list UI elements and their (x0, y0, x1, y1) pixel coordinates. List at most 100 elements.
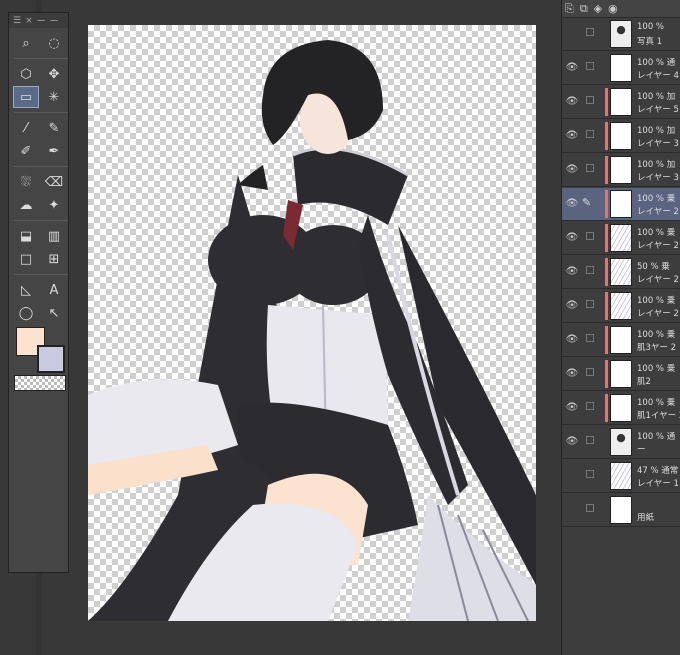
object-icon[interactable]: ⬡ (14, 64, 38, 84)
pen-icon[interactable]: ✎ (42, 118, 66, 138)
layer-lock-checkbox[interactable] (586, 402, 594, 410)
reference-layer-icon[interactable]: ◈ (594, 2, 602, 15)
layer-row[interactable]: 👁 100 % 乗レイヤー 2 (562, 290, 680, 323)
visibility-eye-icon[interactable]: 👁 (565, 62, 579, 74)
layer-row[interactable]: 👁 ✎ 100 % 乗レイヤー 2 (562, 188, 680, 221)
visibility-eye-icon[interactable] (565, 28, 579, 40)
figure-icon[interactable]: □ (14, 249, 38, 269)
visibility-eye-icon[interactable]: 👁 (565, 198, 579, 210)
visibility-eye-icon[interactable]: 👁 (565, 368, 579, 380)
drawing-canvas[interactable] (88, 25, 536, 621)
visibility-eye-icon[interactable] (565, 504, 579, 516)
layer-thumbnail (610, 428, 632, 456)
layer-name: 写真 1 (637, 37, 663, 47)
layer-row[interactable]: 用紙 (562, 494, 680, 527)
visibility-eye-icon[interactable]: 👁 (565, 266, 579, 278)
layer-lock-checkbox[interactable] (586, 436, 594, 444)
zoom-icon[interactable]: ⌕ (14, 33, 38, 53)
visibility-eye-icon[interactable]: 👁 (565, 334, 579, 346)
tool-grid: ⌕ ◌ ⬡ ✥ ▭ ✳ ⁄ ✎ ✐ ✒ ⛆ ⌫ ☁ ✦ ⬓ ▥ □ ⊞ ◺ A ◯ ↖ (9, 28, 68, 323)
decoration-icon[interactable]: ✦ (42, 195, 66, 215)
visibility-eye-icon[interactable]: 👁 (565, 300, 579, 312)
layer-thumbnail (610, 20, 632, 48)
mask-layer-icon[interactable]: ◉ (608, 2, 618, 15)
gradient-icon[interactable]: ▥ (42, 226, 66, 246)
layer-row[interactable]: 👁 100 % 乗肌1イヤー 2 (562, 392, 680, 425)
selection-rect-icon[interactable]: ▭ (13, 86, 39, 108)
layer-lock-checkbox[interactable] (586, 368, 594, 376)
layer-thumbnail (610, 462, 632, 490)
visibility-eye-icon[interactable]: 👁 (565, 96, 579, 108)
tool-separator (14, 58, 68, 59)
brush-icon[interactable]: ✒ (42, 141, 66, 161)
clip-layer-icon[interactable]: ⧉ (580, 2, 588, 16)
airbrush-icon[interactable]: ⛆ (14, 172, 38, 192)
layer-row[interactable]: 👁 50 % 乗レイヤー 2 (562, 256, 680, 289)
layer-thumbnail (610, 224, 632, 252)
layer-row[interactable]: 👁 100 % 乗レイヤー 2 (562, 222, 680, 255)
layer-name: 肌3ヤー 2 (637, 343, 677, 353)
layer-thumbnail (610, 326, 632, 354)
move-icon[interactable]: ✥ (42, 64, 66, 84)
layer-row[interactable]: 47 % 通常 レイヤー 1 (562, 460, 680, 493)
layer-row[interactable]: 👁 100 % 通レイヤー 4 (562, 52, 680, 85)
close-icon[interactable]: × (25, 16, 33, 26)
menu-lines-icon[interactable]: ☰ (13, 16, 21, 26)
layer-name: レイヤー 3 (637, 173, 679, 183)
layer-lock-checkbox[interactable] (586, 62, 594, 70)
layer-lock-checkbox[interactable] (586, 232, 594, 240)
text-icon[interactable]: A (42, 280, 66, 300)
balloon-icon[interactable]: ◯ (14, 303, 38, 323)
layer-lock-checkbox[interactable] (586, 470, 594, 478)
layer-thumbnail (610, 54, 632, 82)
layer-row[interactable]: 👁 100 % 加レイヤー 3 (562, 154, 680, 187)
layer-lock-checkbox[interactable] (586, 130, 594, 138)
correct-line-icon[interactable]: ↖ (42, 303, 66, 323)
layer-row[interactable]: 👁 100 % 加レイヤー 5 (562, 86, 680, 119)
layer-lock-checkbox[interactable] (586, 266, 594, 274)
blend-icon[interactable]: ☁ (14, 195, 38, 215)
layer-opacity-blend: 100 % 乗 (637, 330, 676, 340)
layer-row[interactable]: 100 % 写真 1 (562, 18, 680, 51)
visibility-eye-icon[interactable]: 👁 (565, 232, 579, 244)
visibility-eye-icon[interactable]: 👁 (565, 436, 579, 448)
visibility-eye-icon[interactable]: 👁 (565, 130, 579, 142)
visibility-eye-icon[interactable]: 👁 (565, 164, 579, 176)
layer-opacity-blend: 100 % 加 (637, 160, 676, 170)
clipping-indicator (605, 190, 608, 218)
layer-lock-checkbox[interactable] (586, 504, 594, 512)
visibility-eye-icon[interactable] (565, 470, 579, 482)
layer-lock-checkbox[interactable] (586, 334, 594, 342)
layer-opacity-blend: 100 % 乗 (637, 364, 676, 374)
pencil-icon[interactable]: ✐ (14, 141, 38, 161)
sub-color-swatch[interactable] (37, 345, 65, 373)
layer-thumbnail (610, 122, 632, 150)
palette-bar-icon[interactable]: ー (50, 14, 59, 27)
visibility-eye-icon[interactable]: 👁 (565, 402, 579, 414)
transparent-color-swatch[interactable] (14, 375, 66, 391)
magic-wand-icon[interactable]: ✳ (42, 87, 66, 107)
eyedropper-icon[interactable]: ⁄ (14, 118, 38, 138)
layer-row[interactable]: 👁 100 % 加レイヤー 3 (562, 120, 680, 153)
clipping-indicator (605, 156, 608, 184)
new-layer-icon[interactable]: ⎘ (565, 2, 574, 16)
layer-lock-checkbox[interactable] (586, 28, 594, 36)
tool-separator (14, 112, 68, 113)
layer-thumbnail (610, 258, 632, 286)
layer-thumbnail (610, 496, 632, 524)
layer-lock-checkbox[interactable] (586, 164, 594, 172)
fill-icon[interactable]: ⬓ (14, 226, 38, 246)
tool-palette-header[interactable]: ☰ × ー ー (9, 13, 68, 28)
layer-thumbnail (610, 292, 632, 320)
eraser-icon[interactable]: ⌫ (42, 172, 66, 192)
rotate-view-icon[interactable]: ◌ (42, 33, 66, 53)
layer-row[interactable]: 👁 100 % 乗肌2 (562, 358, 680, 391)
layer-lock-checkbox[interactable] (586, 300, 594, 308)
layer-lock-checkbox[interactable] (586, 96, 594, 104)
layer-toolbar: ⎘ ⧉ ◈ ◉ (562, 0, 680, 18)
ruler-icon[interactable]: ◺ (14, 280, 38, 300)
layer-row[interactable]: 👁 100 % 乗肌3ヤー 2 (562, 324, 680, 357)
minimize-icon[interactable]: ー (37, 14, 46, 27)
layer-row[interactable]: 👁 100 % 通ー (562, 426, 680, 459)
frame-icon[interactable]: ⊞ (42, 249, 66, 269)
